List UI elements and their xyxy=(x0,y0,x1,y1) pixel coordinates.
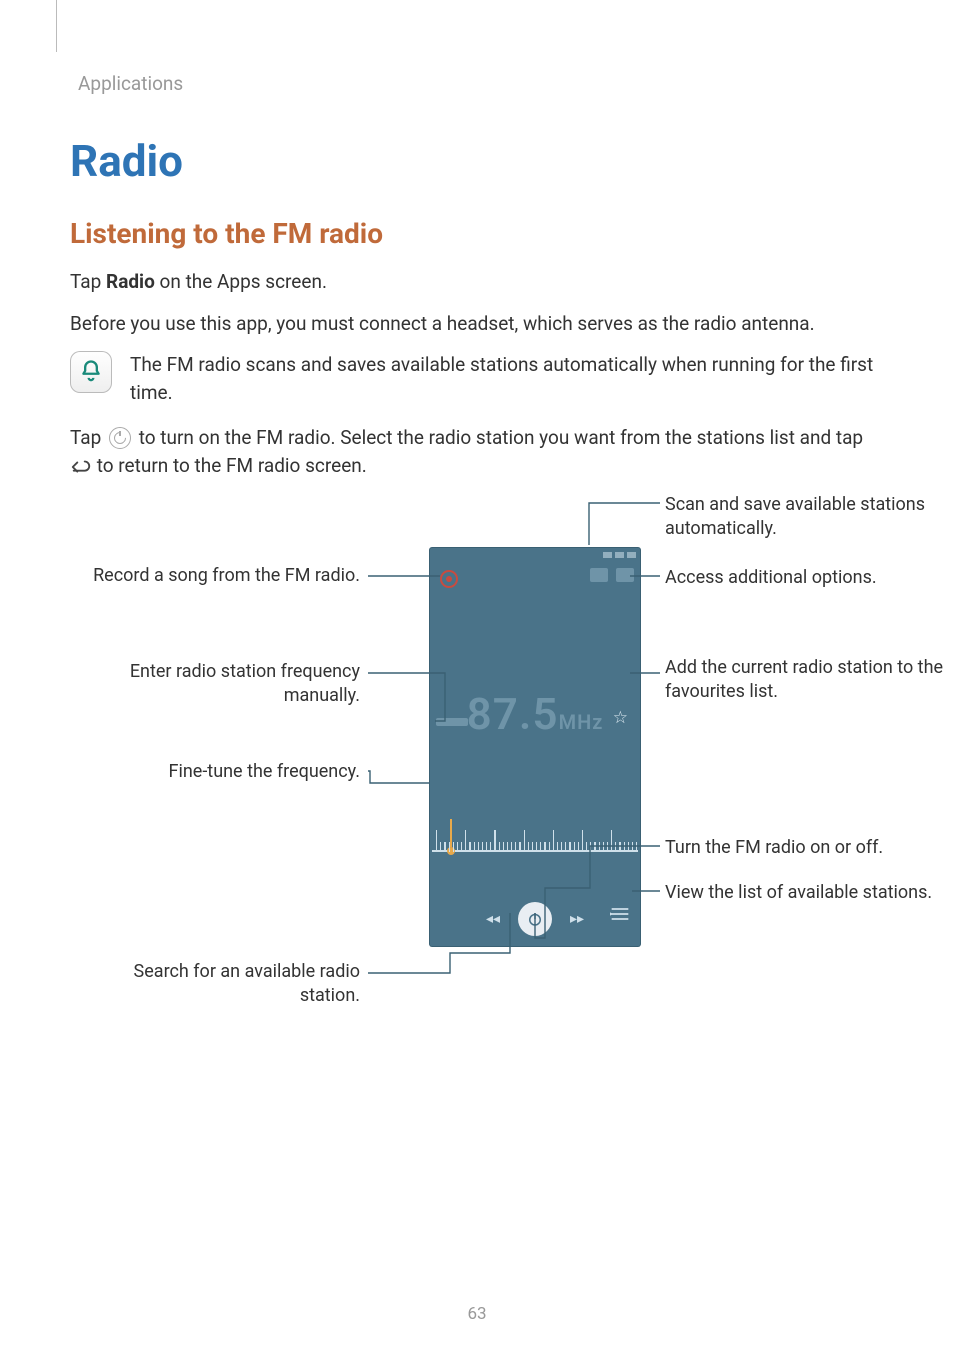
breadcrumb: Applications xyxy=(78,40,884,95)
text-bold: Radio xyxy=(106,270,155,293)
note-text: The FM radio scans and saves available s… xyxy=(130,351,884,406)
back-arrow-icon xyxy=(70,458,92,476)
power-icon xyxy=(109,427,131,449)
paragraph-2: Before you use this app, you must connec… xyxy=(70,310,884,338)
lead-lines-right xyxy=(70,493,954,1053)
text: on the Apps screen. xyxy=(155,270,327,293)
text: Tap xyxy=(70,270,106,293)
page-number: 63 xyxy=(0,1304,954,1324)
left-margin-rule xyxy=(56,0,57,52)
paragraph-1: Tap Radio on the Apps screen. xyxy=(70,268,884,296)
text: to turn on the FM radio. Select the radi… xyxy=(134,426,863,449)
bell-icon xyxy=(70,351,112,393)
page-title: Radio xyxy=(70,135,884,187)
section-title: Listening to the FM radio xyxy=(70,217,884,250)
paragraph-3: Tap to turn on the FM radio. Select the … xyxy=(70,424,884,479)
diagram: ☆ 87.5MHz ◂◂ ▸▸ Record a song from the xyxy=(70,493,884,1053)
note-block: The FM radio scans and saves available s… xyxy=(70,351,884,406)
text: to return to the FM radio screen. xyxy=(92,454,367,477)
text: Tap xyxy=(70,426,106,449)
